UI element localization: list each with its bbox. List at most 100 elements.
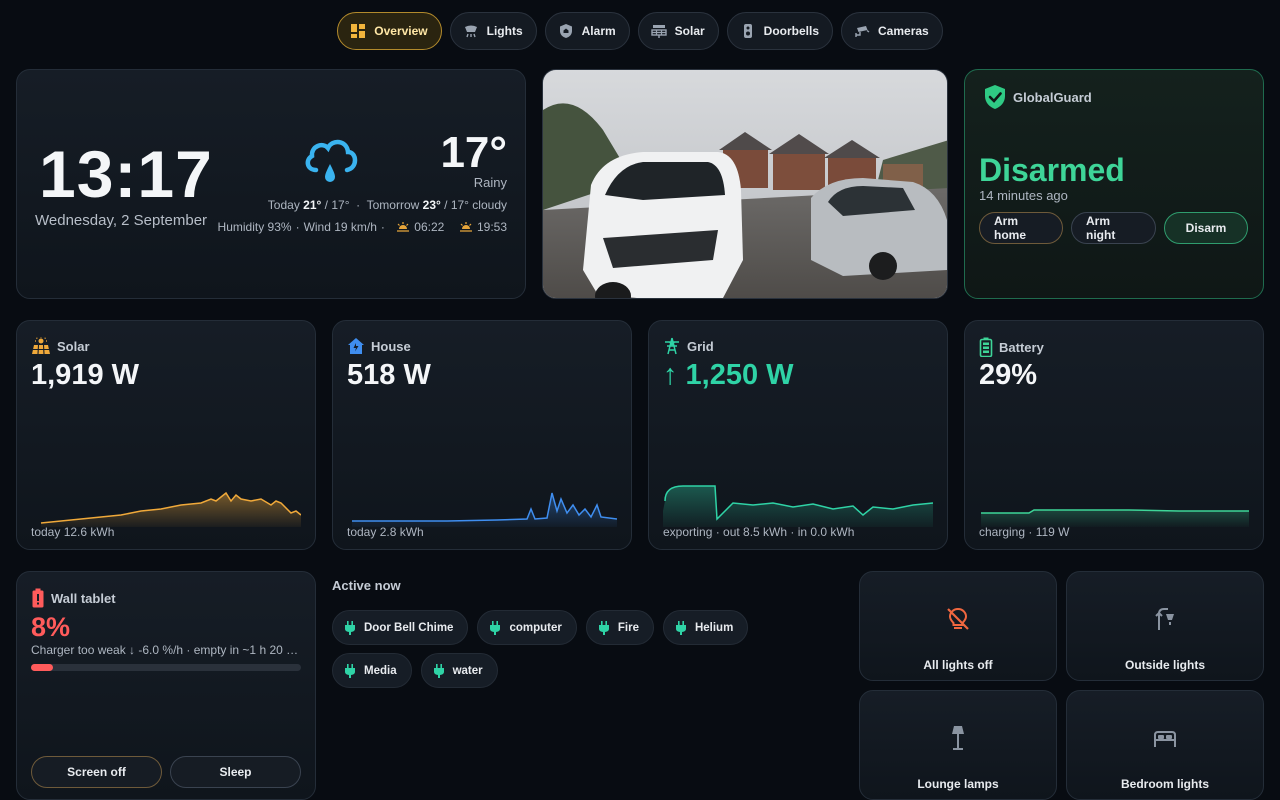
chip-label: Fire bbox=[617, 621, 639, 634]
sunset-icon bbox=[459, 222, 472, 232]
tab-label: Doorbells bbox=[763, 24, 820, 38]
active-devices-list: Door Bell Chime computer Fire Helium Med… bbox=[332, 610, 792, 688]
weather-condition: Rainy bbox=[473, 175, 507, 190]
sunset-time: 19:53 bbox=[476, 220, 507, 234]
chip-label: Door Bell Chime bbox=[364, 621, 454, 634]
active-device-chip[interactable]: Helium bbox=[662, 610, 749, 645]
power-plug-icon bbox=[345, 620, 355, 635]
power-plug-icon bbox=[675, 620, 686, 635]
solar-card[interactable]: Solar 1,919 W today 12.6 kWh bbox=[16, 320, 316, 550]
battery-level-value: 29% bbox=[979, 359, 1038, 391]
tab-label: Alarm bbox=[581, 24, 616, 38]
separator: · bbox=[380, 220, 385, 234]
battery-title: Battery bbox=[999, 339, 1044, 355]
alarm-system-name: GlobalGuard bbox=[1013, 90, 1092, 105]
house-sparkline bbox=[352, 492, 617, 527]
active-device-chip[interactable]: water bbox=[420, 653, 498, 688]
alarm-card: GlobalGuard Disarmed 14 minutes ago Arm … bbox=[964, 69, 1264, 299]
all-lights-off-tile[interactable]: All lights off bbox=[859, 571, 1057, 681]
dashboard-icon bbox=[351, 24, 366, 38]
today-low: / 17° bbox=[324, 198, 350, 212]
ceiling-light-icon bbox=[464, 25, 477, 38]
tablet-charge-status: Charger too weak ↓ -6.0 %/h · empty in ~… bbox=[31, 643, 303, 657]
tab-label: Overview bbox=[374, 24, 428, 38]
outdoor-lamp-icon bbox=[1155, 608, 1174, 630]
floor-lamp-icon bbox=[952, 726, 964, 750]
tablet-battery-value: 8% bbox=[31, 612, 71, 642]
grid-card[interactable]: Grid ↑ 1,250 W exporting · out 8.5 kWh ·… bbox=[648, 320, 948, 550]
humidity: Humidity 93% bbox=[217, 220, 292, 234]
bedroom-lights-tile[interactable]: Bedroom lights bbox=[1066, 690, 1264, 800]
grid-title: Grid bbox=[687, 338, 714, 354]
alarm-actions: Arm home Arm night Disarm bbox=[979, 212, 1248, 244]
solar-sparkline bbox=[40, 491, 301, 527]
tab-cameras[interactable]: Cameras bbox=[841, 12, 943, 50]
alarm-last-changed: 14 minutes ago bbox=[979, 188, 1068, 203]
alarm-state: Disarmed bbox=[979, 152, 1125, 188]
home-icon bbox=[348, 338, 364, 354]
chip-label: Media bbox=[364, 664, 397, 677]
screen-off-button[interactable]: Screen off bbox=[31, 756, 162, 788]
arm-night-button[interactable]: Arm night bbox=[1071, 212, 1156, 244]
active-device-chip[interactable]: Door Bell Chime bbox=[332, 610, 469, 645]
grid-power-value: ↑ 1,250 W bbox=[663, 359, 794, 391]
power-plug-icon bbox=[490, 620, 501, 635]
lounge-lamps-tile[interactable]: Lounge lamps bbox=[859, 690, 1057, 800]
today-high: 21° bbox=[303, 198, 322, 212]
shield-home-icon bbox=[559, 24, 572, 38]
tab-label: Cameras bbox=[878, 24, 929, 38]
power-plug-icon bbox=[433, 663, 444, 678]
solar-title: Solar bbox=[57, 338, 90, 354]
tab-overview[interactable]: Overview bbox=[337, 12, 442, 50]
tablet-battery-bar-fill bbox=[31, 664, 53, 671]
battery-alert-icon bbox=[32, 588, 44, 608]
tomorrow-high: 23° bbox=[422, 198, 441, 212]
clock-time: 13:17 bbox=[39, 137, 213, 211]
sleep-button[interactable]: Sleep bbox=[170, 756, 301, 788]
current-temperature: 17° bbox=[440, 128, 507, 177]
outside-lights-tile[interactable]: Outside lights bbox=[1066, 571, 1264, 681]
solar-panel-icon bbox=[650, 25, 667, 38]
house-card[interactable]: House 518 W today 2.8 kWh bbox=[332, 320, 632, 550]
tab-solar[interactable]: Solar bbox=[637, 12, 719, 50]
tab-doorbells[interactable]: Doorbells bbox=[726, 12, 834, 50]
solar-power-icon bbox=[32, 337, 50, 355]
solar-title-row: Solar bbox=[31, 337, 90, 355]
active-device-chip[interactable]: Media bbox=[332, 653, 412, 688]
tile-label: Outside lights bbox=[1124, 658, 1205, 672]
grid-sparkline bbox=[663, 485, 933, 527]
doorbell-camera-feed[interactable] bbox=[542, 69, 948, 299]
tablet-battery-bar bbox=[31, 664, 301, 671]
battery-title-row: Battery bbox=[979, 337, 1044, 357]
tile-label: Bedroom lights bbox=[1120, 777, 1209, 791]
tab-alarm[interactable]: Alarm bbox=[544, 12, 630, 50]
shield-check-icon bbox=[985, 85, 1005, 109]
solar-power-value: 1,919 W bbox=[31, 359, 139, 391]
wind: Wind 19 km/h bbox=[303, 220, 377, 234]
top-navigation: Overview Lights Alarm Solar Doorbells Ca… bbox=[0, 12, 1280, 50]
battery-card[interactable]: Battery 29% charging · 119 W bbox=[964, 320, 1264, 550]
active-device-chip[interactable]: computer bbox=[477, 610, 577, 645]
active-now-heading: Active now bbox=[332, 578, 401, 593]
arm-home-button[interactable]: Arm home bbox=[979, 212, 1063, 244]
power-plug-icon bbox=[598, 620, 609, 635]
battery-status: charging · 119 W bbox=[979, 525, 1070, 539]
tomorrow-label: Tomorrow bbox=[366, 198, 420, 212]
doorbell-icon bbox=[743, 24, 752, 38]
clock-weather-card: 13:17 Wednesday, 2 September 17° Rainy T… bbox=[16, 69, 526, 299]
weather-meta: Humidity 93% · Wind 19 km/h · 06:22 19:5… bbox=[218, 220, 507, 234]
solar-today-total: today 12.6 kWh bbox=[31, 525, 115, 539]
chip-label: water bbox=[452, 664, 483, 677]
tomorrow-rest: / 17° cloudy bbox=[444, 198, 507, 212]
tab-lights[interactable]: Lights bbox=[449, 12, 537, 50]
transmission-tower-icon bbox=[665, 337, 679, 355]
house-title: House bbox=[371, 338, 411, 354]
disarm-button[interactable]: Disarm bbox=[1164, 212, 1248, 244]
active-device-chip[interactable]: Fire bbox=[585, 610, 654, 645]
sunrise-icon bbox=[397, 222, 410, 232]
grid-title-row: Grid bbox=[663, 337, 714, 355]
clock-date: Wednesday, 2 September bbox=[35, 212, 208, 229]
tile-label: Lounge lamps bbox=[917, 777, 999, 791]
camera-image bbox=[543, 70, 947, 298]
bed-icon bbox=[1154, 731, 1176, 747]
